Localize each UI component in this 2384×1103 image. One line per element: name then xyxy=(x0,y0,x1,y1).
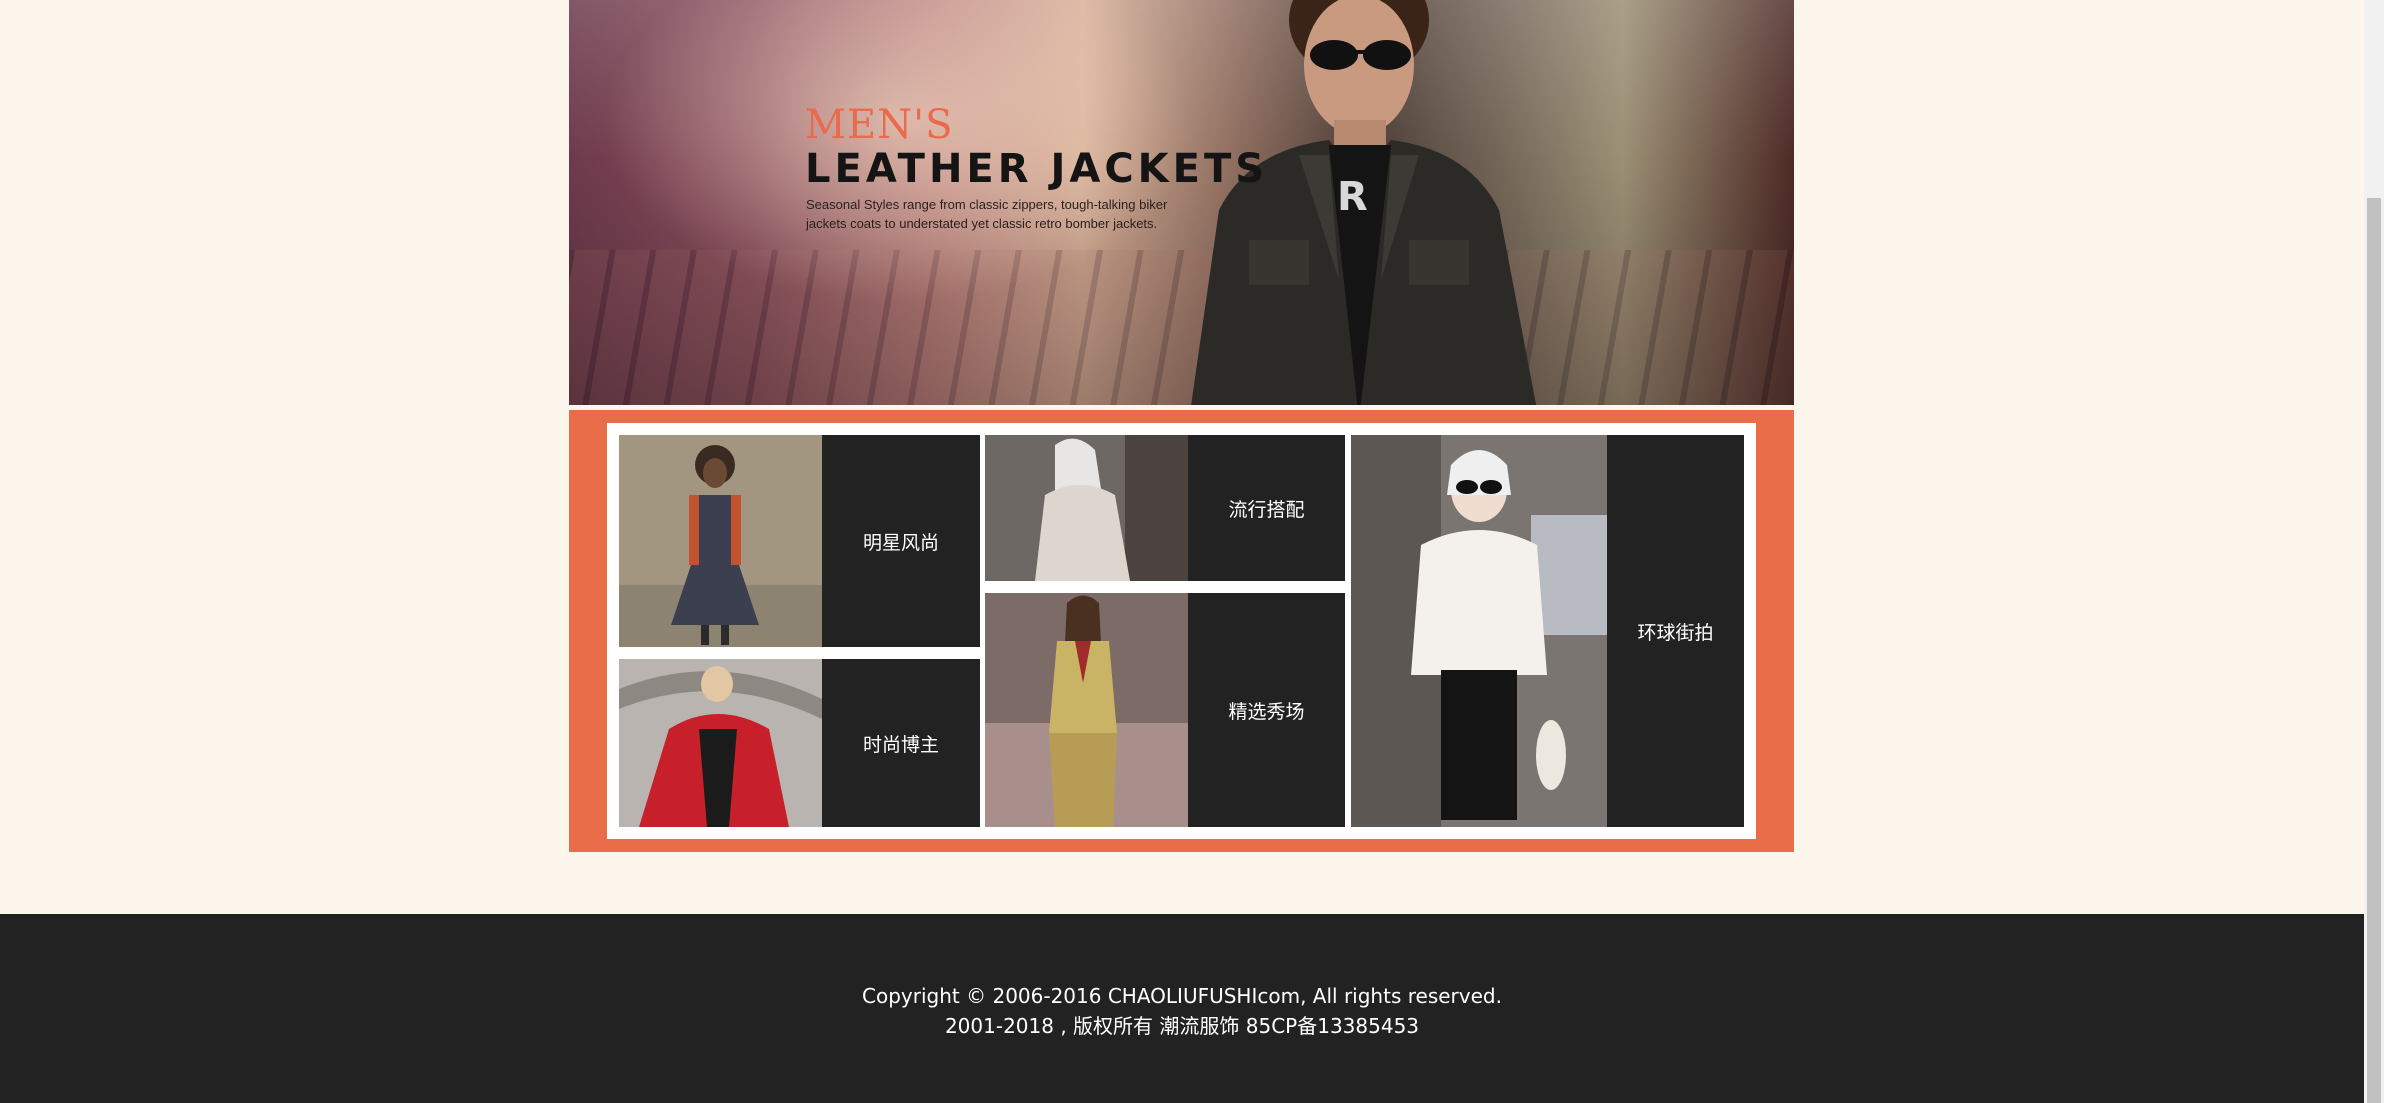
category-card-trend-match[interactable]: 流行搭配 xyxy=(985,435,1345,581)
hero-model-image: R xyxy=(1191,0,1537,405)
category-card-street-snap[interactable]: 环球街拍 xyxy=(1351,435,1744,827)
svg-text:R: R xyxy=(1337,174,1368,220)
category-card-star-style[interactable]: 明星风尚 xyxy=(619,435,980,647)
category-card-runway[interactable]: 精选秀场 xyxy=(985,593,1345,827)
scrollbar-thumb[interactable] xyxy=(2367,198,2381,1103)
vertical-scrollbar[interactable] xyxy=(2364,0,2384,1103)
category-panel: 明星风尚 时尚博主 流行搭配 精选秀场 环球街拍 xyxy=(569,410,1794,852)
hero-description: Seasonal Styles range from classic zippe… xyxy=(806,197,1168,231)
category-image-fashion-blogger xyxy=(619,659,822,827)
category-image-trend-match xyxy=(985,435,1188,581)
hero-headline-small: MEN'S xyxy=(805,102,954,148)
category-label-star-style: 明星风尚 xyxy=(862,531,939,554)
category-label-fashion-blogger: 时尚博主 xyxy=(862,733,939,756)
category-image-runway xyxy=(985,593,1188,827)
hero-banner[interactable]: R MEN'S LEATHER JACKETS Seasonal Styles … xyxy=(569,0,1794,405)
footer-copyright: Copyright © 2006-2016 CHAOLIUFUSHIcom, A… xyxy=(862,984,1502,1008)
category-image-star-style xyxy=(619,435,822,647)
category-label-runway: 精选秀场 xyxy=(1228,700,1305,723)
footer-record: 2001-2018 , 版权所有 潮流服饰 85CP备13385453 xyxy=(944,1014,1420,1038)
category-image-street-snap xyxy=(1351,435,1607,827)
category-label-trend-match: 流行搭配 xyxy=(1228,498,1305,521)
category-label-street-snap: 环球街拍 xyxy=(1637,621,1714,644)
hero-headline-large: LEATHER JACKETS xyxy=(805,146,1269,192)
footer: Copyright © 2006-2016 CHAOLIUFUSHIcom, A… xyxy=(0,914,2364,1103)
category-grid: 明星风尚 时尚博主 流行搭配 精选秀场 环球街拍 xyxy=(607,423,1756,839)
category-card-fashion-blogger[interactable]: 时尚博主 xyxy=(619,659,980,827)
